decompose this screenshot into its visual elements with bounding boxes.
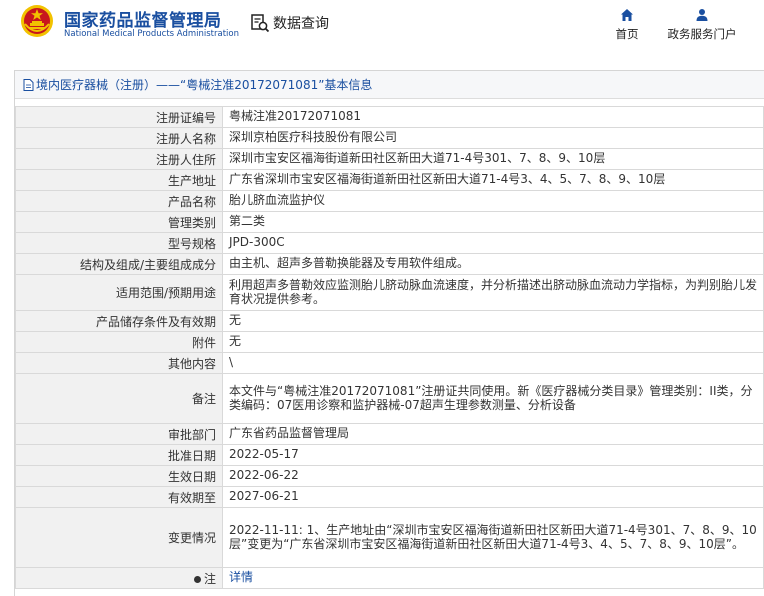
row-value: 2022-06-22: [222, 465, 764, 487]
site-header: 国家药品监督管理局 National Medical Products Admi…: [0, 0, 764, 52]
site-logo-subtitle: National Medical Products Administration: [64, 29, 239, 39]
row-label: 附件: [15, 331, 223, 353]
nav-home-label: 首页: [615, 27, 639, 41]
breadcrumb-separator: ——: [156, 77, 181, 92]
breadcrumb-category-link[interactable]: 境内医疗器械（注册）: [36, 71, 156, 99]
table-row: 附件无: [15, 331, 764, 353]
table-row: 适用范围/预期用途 利用超声多普勒效应监测胎儿脐动脉血流速度，并分析描述出脐动脉血…: [15, 274, 764, 311]
row-label: 备注: [15, 373, 223, 424]
table-row: 审批部门 广东省药品监督管理局: [15, 423, 764, 445]
row-label: 适用范围/预期用途: [15, 274, 223, 311]
row-value: 广东省深圳市宝安区福海街道新田社区新田大道71-4号3、4、5、7、8、9、10…: [222, 169, 764, 191]
details-link[interactable]: 详情: [229, 570, 253, 585]
row-value: 广东省药品监督管理局: [222, 423, 764, 445]
home-icon: [621, 9, 633, 21]
table-row: 备注 本文件与“粤械注准20172071081”注册证共同使用。新《医疗器械分类目…: [15, 373, 764, 424]
row-label: 注册人住所: [15, 148, 223, 170]
row-value: 无: [222, 331, 764, 353]
table-row: 注册人住所 深圳市宝安区福海街道新田社区新田大道71-4号301、7、8、9、10…: [15, 148, 764, 170]
row-label: 产品名称: [15, 190, 223, 212]
row-value: 无: [222, 310, 764, 332]
nav-portal-label: 政务服务门户: [667, 27, 737, 41]
table-row: 产品储存条件及有效期无: [15, 310, 764, 332]
row-label: 结构及组成/主要组成成分: [15, 253, 223, 275]
note-label: 注: [203, 571, 216, 586]
row-label: 注: [15, 567, 223, 589]
table-row: 注册证编号 粤械注准20172071081: [15, 106, 764, 128]
detail-panel: 境内医疗器械（注册） —— “粤械注准20172071081”基本信息 注册证编…: [14, 70, 764, 596]
document-icon: [23, 78, 34, 91]
site-logo-title: 国家药品监督管理局: [64, 11, 222, 31]
row-value: 2022-05-17: [222, 444, 764, 466]
row-label: 注册人名称: [15, 127, 223, 149]
row-label: 管理类别: [15, 211, 223, 233]
row-label: 注册证编号: [15, 106, 223, 128]
row-value: JPD-300C: [222, 232, 764, 254]
nav-home[interactable]: 首页: [612, 8, 642, 42]
table-row: 型号规格 JPD-300C: [15, 232, 764, 254]
nav-service-portal[interactable]: 政务服务门户: [664, 8, 740, 42]
table-row: 注册人名称 深圳京柏医疗科技股份有限公司: [15, 127, 764, 149]
breadcrumb: 境内医疗器械（注册） —— “粤械注准20172071081”基本信息: [15, 71, 764, 99]
row-value: 2027-06-21: [222, 486, 764, 508]
row-value: 第二类: [222, 211, 764, 233]
row-value: \: [222, 352, 764, 374]
table-row: 有效期至 2027-06-21: [15, 486, 764, 508]
row-value: 深圳市宝安区福海街道新田社区新田大道71-4号301、7、8、9、10层: [222, 148, 764, 170]
table-row: 产品名称 胎儿脐血流监护仪: [15, 190, 764, 212]
row-label: 变更情况: [15, 507, 223, 568]
table-row: 生产地址 广东省深圳市宝安区福海街道新田社区新田大道71-4号3、4、5、7、8、…: [15, 169, 764, 191]
row-label: 有效期至: [15, 486, 223, 508]
table-row: 生效日期 2022-06-22: [15, 465, 764, 487]
table-row: 变更情况 2022-11-11: 1、生产地址由“深圳市宝安区福海街道新田社区新田…: [15, 507, 764, 568]
table-row: 注 详情: [15, 567, 764, 589]
row-value: 利用超声多普勒效应监测胎儿脐动脉血流速度，并分析描述出脐动脉血流动力学指标，为判…: [222, 274, 764, 311]
table-row: 结构及组成/主要组成成分 由主机、超声多普勒换能器及专用软件组成。: [15, 253, 764, 275]
document-search-icon: [251, 14, 270, 33]
data-query-title: 数据查询: [250, 12, 329, 34]
row-label: 产品储存条件及有效期: [15, 310, 223, 332]
row-label: 生产地址: [15, 169, 223, 191]
row-value: 详情: [222, 567, 764, 589]
bullet-icon: [193, 575, 201, 583]
table-row: 其他内容 \: [15, 352, 764, 374]
row-value: 粤械注准20172071081: [222, 106, 764, 128]
row-label: 其他内容: [15, 352, 223, 374]
row-value: 2022-11-11: 1、生产地址由“深圳市宝安区福海街道新田社区新田大道71…: [222, 507, 764, 568]
table-row: 管理类别 第二类: [15, 211, 764, 233]
row-value: 深圳京柏医疗科技股份有限公司: [222, 127, 764, 149]
breadcrumb-record-title: “粤械注准20172071081”基本信息: [180, 77, 373, 92]
row-value: 本文件与“粤械注准20172071081”注册证共同使用。新《医疗器械分类目录》…: [222, 373, 764, 424]
detail-table: 注册证编号 粤械注准20172071081 注册人名称 深圳京柏医疗科技股份有限公司…: [15, 106, 764, 589]
row-label: 批准日期: [15, 444, 223, 466]
row-label: 型号规格: [15, 232, 223, 254]
national-emblem-icon: [21, 5, 53, 37]
data-query-label: 数据查询: [273, 16, 329, 32]
row-label: 审批部门: [15, 423, 223, 445]
row-value: 由主机、超声多普勒换能器及专用软件组成。: [222, 253, 764, 275]
row-label: 生效日期: [15, 465, 223, 487]
table-row: 批准日期 2022-05-17: [15, 444, 764, 466]
user-icon: [696, 9, 708, 21]
row-value: 胎儿脐血流监护仪: [222, 190, 764, 212]
